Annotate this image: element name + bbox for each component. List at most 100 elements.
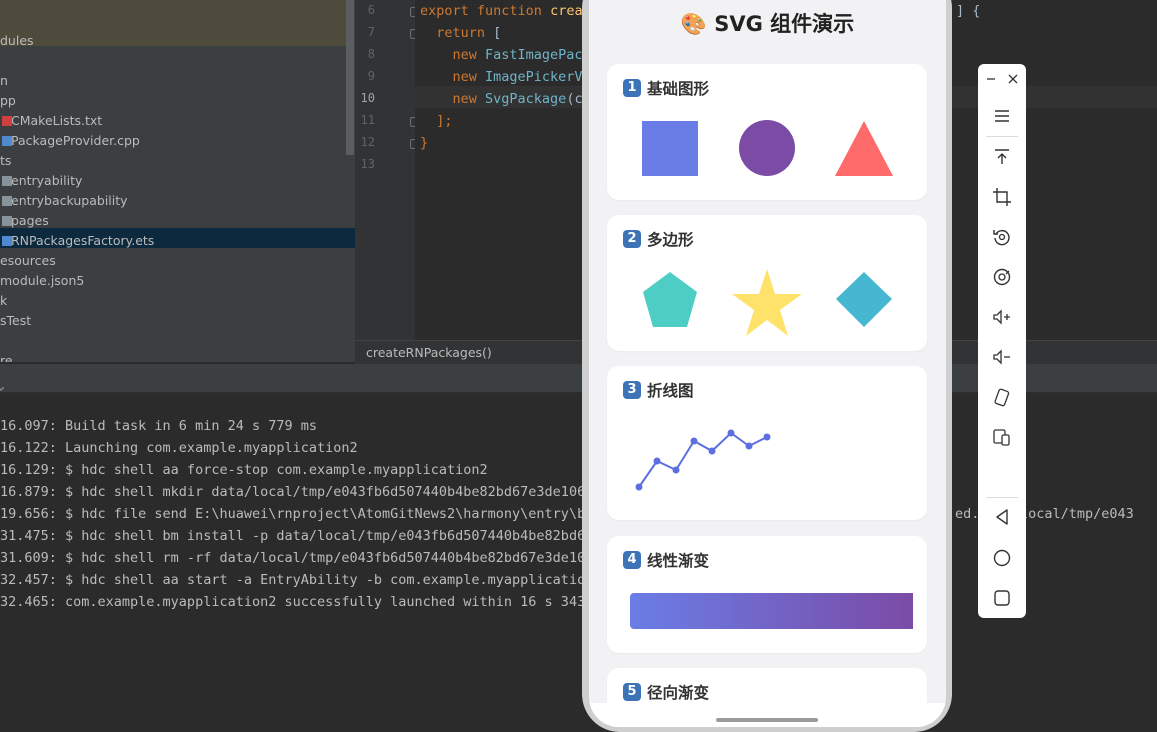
folder-icon — [2, 216, 12, 226]
console-line: 32.457: $ hdc shell aa start -a EntryAbi… — [0, 572, 602, 588]
polygons-svg — [643, 269, 892, 336]
tree-item-label: entryability — [11, 173, 83, 188]
tree-item[interactable]: re — [0, 351, 13, 362]
code-line: new SvgPackage(c — [420, 88, 583, 110]
star-shape — [732, 269, 802, 336]
tree-item[interactable]: entryability — [2, 171, 83, 191]
console-line: 16.879: $ hdc shell mkdir data/local/tmp… — [0, 484, 594, 500]
crop-icon[interactable] — [990, 185, 1014, 209]
volume-up-icon[interactable] — [990, 305, 1014, 329]
code-line: new FastImagePac — [420, 44, 583, 66]
navigation-bar — [589, 703, 946, 727]
code-token: new — [420, 69, 486, 85]
project-tree: dules n pp CMakeLists.txt PackageProvider.cp… — [0, 0, 355, 362]
line-number: 6 — [367, 3, 375, 17]
basic-shapes-svg — [642, 120, 893, 176]
code-token: ImagePickerV — [485, 69, 583, 85]
tree-item[interactable]: k — [0, 291, 7, 311]
tree-item-label: ts — [0, 153, 12, 168]
tree-item-label: CMakeLists.txt — [11, 113, 103, 128]
breadcrumb-label[interactable]: createRNPackages() — [366, 345, 492, 360]
code-token: ]; — [420, 113, 453, 129]
code-token: new — [420, 47, 486, 63]
tree-item[interactable]: esources — [0, 251, 56, 271]
pin-top-icon[interactable] — [990, 145, 1014, 169]
tree-item[interactable]: n — [0, 71, 8, 91]
card-title: 径向渐变 — [647, 684, 710, 702]
minimize-icon[interactable] — [983, 68, 999, 90]
console-line: 32.465: com.example.myapplication2 succe… — [0, 594, 602, 610]
card-number-badge: 5 — [623, 683, 641, 701]
tree-item[interactable]: CMakeLists.txt — [2, 111, 103, 131]
recents-icon[interactable] — [990, 586, 1014, 610]
tree-item-label: entrybackupability — [11, 193, 128, 208]
tree-item[interactable]: PackageProvider.cpp — [2, 131, 140, 151]
tree-item[interactable]: ts — [0, 151, 11, 171]
close-icon[interactable] — [1005, 68, 1021, 90]
code-token: SvgPackage — [485, 91, 567, 107]
tree-item[interactable]: RNPackagesFactory.ets — [2, 231, 155, 251]
code-line: new ImagePickerV — [420, 66, 583, 88]
line-number: 9 — [367, 69, 375, 83]
console-line: 19.656: $ hdc file send E:\huawei\rnproj… — [0, 506, 602, 522]
code-token: export — [420, 3, 477, 19]
pentagon-shape — [643, 272, 697, 327]
shake-icon[interactable] — [990, 385, 1014, 409]
toolbar-divider — [986, 136, 1018, 137]
line-number: 11 — [360, 113, 375, 127]
triangle-shape — [835, 121, 893, 176]
toolbar-divider — [986, 497, 1018, 498]
code-token: crea — [550, 3, 583, 19]
tree-item[interactable]: dules — [0, 31, 34, 51]
tree-item-label: esources — [0, 253, 56, 268]
menu-icon[interactable] — [990, 104, 1014, 128]
home-icon[interactable] — [990, 546, 1014, 570]
tree-item[interactable]: pages — [2, 211, 49, 231]
code-line: } — [420, 132, 428, 154]
line-number: 13 — [360, 157, 375, 171]
code-token: function — [476, 3, 551, 19]
card-basic-shapes: 1 基础图形 — [607, 64, 927, 200]
emulator-toolbar — [978, 64, 1026, 618]
line-number: 10 — [360, 91, 375, 105]
multi-device-icon[interactable] — [990, 425, 1014, 449]
tree-item-label: RNPackagesFactory.ets — [11, 233, 155, 248]
home-indicator[interactable] — [716, 718, 818, 722]
code-line: export function crea — [420, 0, 583, 22]
console-line: 16.122: Launching com.example.myapplicat… — [0, 440, 358, 456]
code-token: (c — [566, 91, 583, 107]
tree-item[interactable]: module.json5 — [0, 271, 84, 291]
tree-item[interactable]: pp — [0, 91, 16, 111]
card-polygons: 2 多边形 — [607, 215, 927, 351]
card-title: 线性渐变 — [647, 552, 710, 570]
code-token: [ — [493, 25, 502, 41]
tree-item-label: k — [0, 293, 8, 308]
line-number: 8 — [367, 47, 375, 61]
console-line: 31.475: $ hdc shell bm install -p data/l… — [0, 528, 594, 544]
screenshot-icon[interactable] — [990, 265, 1014, 289]
file-icon — [2, 236, 12, 246]
console-line: 16.129: $ hdc shell aa force-stop com.ex… — [0, 462, 488, 478]
tree-item-label: dules — [0, 33, 34, 48]
tree-highlight — [0, 0, 348, 46]
chevron-icon[interactable] — [0, 387, 4, 391]
circle-shape — [739, 120, 795, 176]
linear-gradient-rect — [630, 593, 913, 629]
card-polyline: 3 折线图 — [607, 366, 927, 520]
folder-icon — [2, 196, 12, 206]
polyline-point — [745, 442, 753, 450]
tree-item[interactable]: entrybackupability — [2, 191, 128, 211]
folder-icon — [2, 176, 12, 186]
tree-item[interactable]: sTest — [0, 311, 31, 331]
console-line: 16.097: Build task in 6 min 24 s 779 ms — [0, 418, 317, 434]
polyline-point — [672, 466, 680, 474]
polyline-point — [690, 437, 698, 445]
tree-item-label: module.json5 — [0, 273, 85, 288]
polyline-point — [727, 429, 735, 437]
rotate-icon[interactable] — [990, 225, 1014, 249]
square-shape — [642, 121, 698, 176]
volume-down-icon[interactable] — [990, 345, 1014, 369]
device-screen[interactable]: 🎨 SVG 组件演示 1 基础图形 2 多边形 3 折线图 4 线性渐变 5 径向渐变 — [589, 0, 946, 727]
back-icon[interactable] — [990, 505, 1014, 529]
code-line: return [ — [420, 22, 501, 44]
